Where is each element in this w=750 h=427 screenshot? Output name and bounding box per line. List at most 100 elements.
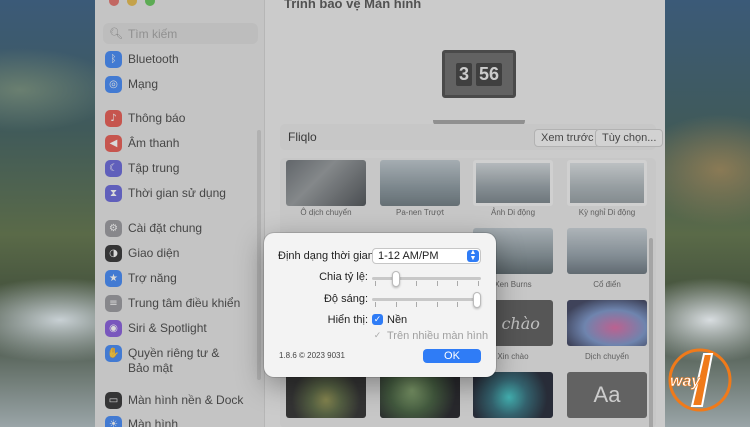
sidebar-item-dock[interactable]: ▭ Màn hình nền & Dock xyxy=(105,390,243,410)
sidebar: 🔍︎ Tìm kiếm ᛒ Bluetooth ◎ Mạng ♪ Thông báo ◀ Âm… xyxy=(95,0,265,427)
window-controls xyxy=(109,0,155,6)
slider-tick xyxy=(478,281,479,286)
sidebar-item-label: Âm thanh xyxy=(128,136,180,150)
time-format-select[interactable]: 1-12 AM/PM ▲ ▼ xyxy=(372,248,481,264)
sidebar-item-gear[interactable]: ⚙ Cài đặt chung xyxy=(105,218,202,238)
sidebar-item-bluetooth[interactable]: ᛒ Bluetooth xyxy=(105,49,179,69)
minimize-button[interactable] xyxy=(127,0,137,6)
search-placeholder: Tìm kiếm xyxy=(127,26,178,41)
slider-tick xyxy=(375,302,376,307)
sidebar-item-label: Tập trung xyxy=(128,161,180,175)
bell-icon: ♪ xyxy=(105,109,122,127)
saver-thumb[interactable] xyxy=(380,160,460,206)
background-checkbox[interactable]: ✓ xyxy=(372,314,383,325)
saver-thumb[interactable] xyxy=(286,160,366,206)
sidebar-item-label: Bluetooth xyxy=(128,52,179,66)
sidebar-item-label: Màn hình xyxy=(128,417,179,427)
multi-display-checkbox[interactable]: ✓ xyxy=(372,330,383,341)
scale-slider[interactable] xyxy=(372,271,481,287)
saver-label: Dịch chuyển xyxy=(584,352,630,361)
search-icon: 🔍︎ xyxy=(109,28,123,40)
sidebar-item-label: Trợ năng xyxy=(128,271,177,285)
sidebar-item-speaker[interactable]: ◀ Âm thanh xyxy=(105,133,179,153)
sidebar-item-label: Cài đặt chung xyxy=(128,221,203,235)
fliqlo-options-dialog: Định dạng thời gian: 1-12 AM/PM ▲ ▼ Chia … xyxy=(264,233,496,377)
version-text: 1.8.6 © 2023 9031 xyxy=(279,351,345,360)
multi-display-label: Trên nhiều màn hình xyxy=(387,330,489,342)
way-logo: way xyxy=(668,348,732,412)
sidebar-scrollbar[interactable] xyxy=(257,130,261,380)
sidebar-item-label: Mạng xyxy=(128,77,159,91)
show-label: Hiển thị: xyxy=(327,314,368,326)
sidebar-item-label: Siri & Spotlight xyxy=(128,321,207,335)
ok-button[interactable]: OK xyxy=(423,349,481,363)
saver-thumb[interactable] xyxy=(567,300,647,346)
slider-track xyxy=(372,277,481,280)
sidebar-item-moon[interactable]: ☾ Tập trung xyxy=(105,158,179,178)
clock-minute: 56 xyxy=(475,62,503,86)
control-center-icon: ≡ xyxy=(105,294,122,312)
slider-track xyxy=(372,298,481,301)
time-format-value: 1-12 AM/PM xyxy=(378,250,439,262)
sidebar-item-globe[interactable]: ◎ Mạng xyxy=(105,74,158,94)
saver-thumb[interactable] xyxy=(473,160,553,206)
saver-thumb[interactable] xyxy=(286,372,366,418)
background-checkbox-label: Nền xyxy=(387,314,408,326)
dock-icon: ▭ xyxy=(105,391,122,409)
sidebar-item-label: Thông báo xyxy=(128,111,186,125)
saver-label: Cổ điển xyxy=(593,280,621,289)
saver-label: Pa-nen Trượt xyxy=(396,208,444,217)
sidebar-item-display[interactable]: ☀ Màn hình xyxy=(105,414,178,427)
appearance-icon: ◑ xyxy=(105,244,122,262)
saver-label: Ảnh Di động xyxy=(490,208,536,217)
siri-icon: ◉ xyxy=(105,319,122,337)
sidebar-item-bell[interactable]: ♪ Thông báo xyxy=(105,108,185,128)
slider-tick xyxy=(457,281,459,286)
hourglass-icon: ⧗ xyxy=(105,184,122,202)
source-name: Fliqlo xyxy=(288,130,317,144)
slider-tick xyxy=(416,302,418,307)
sidebar-item-hourglass[interactable]: ⧗ Thời gian sử dụng xyxy=(105,183,226,203)
saver-thumb[interactable] xyxy=(567,160,647,206)
search-input[interactable]: 🔍︎ Tìm kiếm xyxy=(103,23,258,44)
saver-thumb[interactable]: Aa xyxy=(567,372,647,418)
page-title: Trình bảo vệ Màn hình xyxy=(284,0,422,11)
preview-area: 3 56 xyxy=(280,20,652,126)
sidebar-item-label: Màn hình nền & Dock xyxy=(128,393,244,407)
laptop-preview: 3 56 xyxy=(442,50,516,98)
close-button[interactable] xyxy=(109,0,119,6)
saver-label: Ô dịch chuyển xyxy=(300,208,352,217)
slider-knob[interactable] xyxy=(473,292,481,308)
slider-knob[interactable] xyxy=(392,271,401,287)
slider-tick xyxy=(375,281,376,286)
sidebar-item-appearance[interactable]: ◑ Giao diện xyxy=(105,243,179,263)
accessibility-icon: ★ xyxy=(105,269,122,287)
saver-thumb[interactable] xyxy=(567,228,647,274)
sidebar-item-label: Thời gian sử dụng xyxy=(128,186,226,200)
preview-button[interactable]: Xem trước xyxy=(534,129,601,147)
brightness-slider[interactable] xyxy=(372,292,481,308)
options-button[interactable]: Tùy chọn... xyxy=(595,129,664,147)
sidebar-item-label-line2: Bảo mật xyxy=(128,361,173,375)
saver-thumb[interactable] xyxy=(380,372,460,418)
gear-icon: ⚙ xyxy=(105,219,122,237)
sidebar-item-accessibility[interactable]: ★ Trợ năng xyxy=(105,268,177,288)
hand-icon: ✋ xyxy=(105,344,122,362)
grid-scrollbar[interactable] xyxy=(649,238,653,427)
slider-tick xyxy=(416,281,418,286)
sidebar-item-label: Trung tâm điều khiển xyxy=(128,296,241,310)
saver-label: Kỳ nghỉ Di động xyxy=(578,208,636,217)
moon-icon: ☾ xyxy=(105,159,122,177)
display-icon: ☀ xyxy=(105,415,122,427)
saver-thumb[interactable] xyxy=(473,372,553,418)
speaker-icon: ◀ xyxy=(105,134,122,152)
slider-tick xyxy=(395,302,397,307)
bluetooth-icon: ᛒ xyxy=(105,50,122,68)
zoom-button[interactable] xyxy=(145,0,155,6)
sidebar-item-control-center[interactable]: ≡ Trung tâm điều khiển xyxy=(105,293,240,313)
sidebar-item-siri[interactable]: ◉ Siri & Spotlight xyxy=(105,318,207,338)
sidebar-item-label: Giao diện xyxy=(128,246,180,260)
brightness-label: Độ sáng: xyxy=(323,293,368,305)
slider-tick xyxy=(436,302,438,307)
clock-hour: 3 xyxy=(455,62,472,86)
